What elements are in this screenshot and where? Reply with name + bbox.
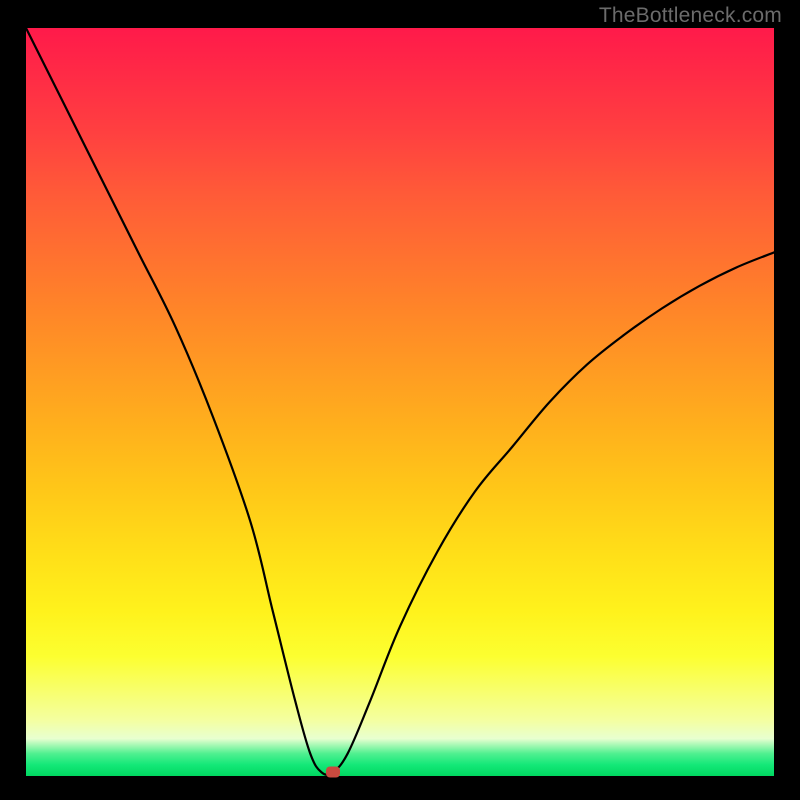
- bottleneck-curve: [26, 28, 774, 775]
- plot-area: [26, 28, 774, 776]
- minimum-marker: [326, 767, 340, 778]
- curve-svg: [26, 28, 774, 776]
- watermark-text: TheBottleneck.com: [599, 4, 782, 28]
- chart-container: TheBottleneck.com: [0, 0, 800, 800]
